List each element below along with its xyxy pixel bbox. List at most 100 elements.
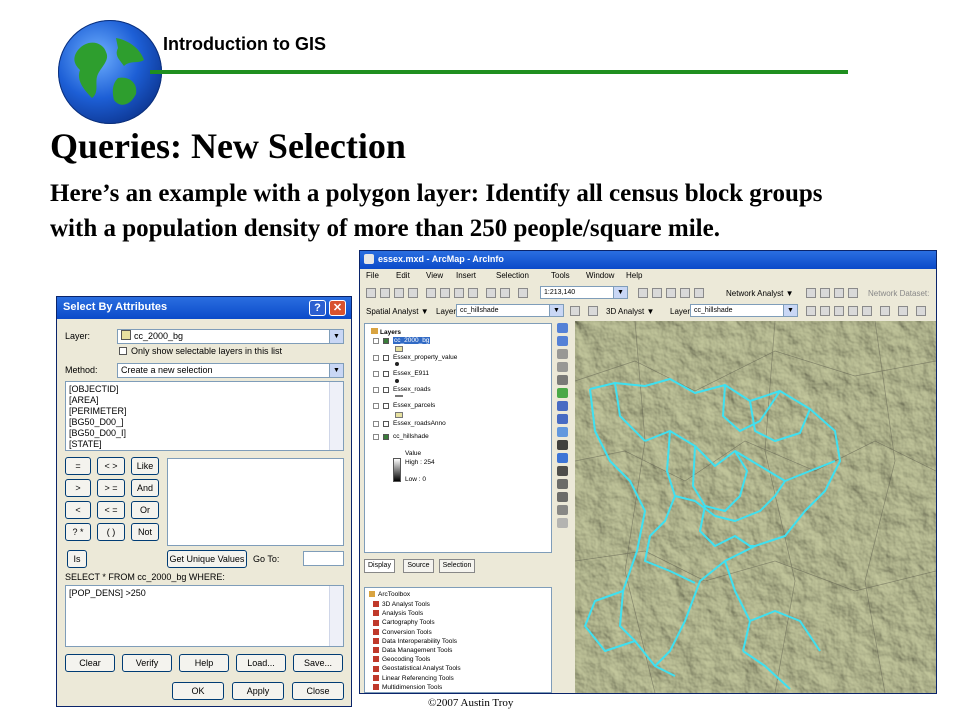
go-to-xy-icon[interactable] xyxy=(557,479,568,489)
find-icon[interactable] xyxy=(557,466,568,476)
goto-input[interactable] xyxy=(303,551,344,566)
toolbox-root[interactable]: ArcToolbox xyxy=(369,591,410,600)
forward-extent-icon[interactable] xyxy=(557,414,568,424)
network-tool-icon[interactable] xyxy=(806,288,816,298)
toolbox-item[interactable]: 3D Analyst Tools xyxy=(373,601,430,610)
network-window-icon[interactable] xyxy=(834,288,844,298)
toolbox-item[interactable]: Data Interoperability Tools xyxy=(373,638,457,647)
chevron-down-icon[interactable]: ▼ xyxy=(549,305,563,316)
dialog-button-load[interactable]: Load... xyxy=(236,654,286,672)
dialog-button-save[interactable]: Save... xyxy=(293,654,343,672)
dialog-button-verify[interactable]: Verify xyxy=(122,654,172,672)
arcmap-titlebar[interactable]: essex.mxd - ArcMap - ArcInfo xyxy=(360,251,936,269)
add-data-icon[interactable] xyxy=(518,288,528,298)
3d-analyst-menu[interactable]: 3D Analyst ▼ xyxy=(606,307,654,316)
menu-tools[interactable]: Tools xyxy=(551,271,570,280)
editor-icon[interactable] xyxy=(638,288,648,298)
fields-list[interactable]: [OBJECTID] [AREA] [PERIMETER] [BG50_D00_] [B… xyxy=(65,381,344,451)
layer-checkbox[interactable] xyxy=(383,434,389,440)
3d-icon[interactable] xyxy=(588,306,598,316)
expression-box[interactable]: [POP_DENS] >250 xyxy=(65,585,344,647)
expand-icon[interactable] xyxy=(373,434,379,440)
chevron-down-icon[interactable]: ▼ xyxy=(329,364,343,377)
toc-root[interactable]: Layers xyxy=(371,328,401,337)
is-button[interactable]: Is xyxy=(67,550,87,568)
command-line-icon[interactable] xyxy=(680,288,690,298)
menu-help[interactable]: Help xyxy=(626,271,642,280)
measure-icon[interactable] xyxy=(557,492,568,502)
expand-icon[interactable] xyxy=(373,403,379,409)
operator-button[interactable]: < > xyxy=(97,457,125,475)
help-button[interactable]: ? xyxy=(309,300,326,316)
menu-insert[interactable]: Insert xyxy=(456,271,476,280)
fixed-zoom-out-icon[interactable] xyxy=(557,362,568,372)
fixed-zoom-in-icon[interactable] xyxy=(557,349,568,359)
operator-button[interactable]: ? * xyxy=(65,523,91,541)
redo-icon[interactable] xyxy=(500,288,510,298)
layer-name[interactable]: Essex_parcels xyxy=(393,402,435,409)
toolbox-item[interactable]: Geocoding Tools xyxy=(373,656,430,665)
expand-icon[interactable] xyxy=(373,371,379,377)
operator-button[interactable]: < xyxy=(65,501,91,519)
back-extent-icon[interactable] xyxy=(557,401,568,411)
operator-button[interactable]: ( ) xyxy=(97,523,125,541)
contour-icon[interactable] xyxy=(806,306,816,316)
print-icon[interactable] xyxy=(408,288,418,298)
paste-icon[interactable] xyxy=(454,288,464,298)
chevron-down-icon[interactable]: ▼ xyxy=(783,305,797,316)
expand-icon[interactable] xyxy=(373,421,379,427)
toc-icon[interactable] xyxy=(652,288,662,298)
toolbox-item[interactable]: Multidimension Tools xyxy=(373,684,442,693)
operator-button[interactable]: Not xyxy=(131,523,159,541)
expand-icon[interactable] xyxy=(373,355,379,361)
layer-name[interactable]: Essex_roads xyxy=(393,386,431,393)
dialog-button-close[interactable]: Close xyxy=(292,682,344,700)
profile-icon[interactable] xyxy=(848,306,858,316)
tab-display[interactable]: Display xyxy=(364,559,395,573)
toolbox-item[interactable]: Data Management Tools xyxy=(373,647,452,656)
field-item[interactable]: [AREA] xyxy=(69,395,340,406)
operator-button[interactable]: < = xyxy=(97,501,125,519)
expand-icon[interactable] xyxy=(373,387,379,393)
spatial-layer-combo[interactable]: cc_hillshade ▼ xyxy=(456,304,564,317)
toolbox-item[interactable]: Linear Referencing Tools xyxy=(373,675,454,684)
histogram-icon[interactable] xyxy=(570,306,580,316)
pan-icon[interactable] xyxy=(557,375,568,385)
operator-button[interactable]: > xyxy=(65,479,91,497)
toolbox-icon[interactable] xyxy=(666,288,676,298)
layer-name[interactable]: Essex_E911 xyxy=(393,370,429,377)
get-unique-values-button[interactable]: Get Unique Values xyxy=(167,550,247,568)
select-features-icon[interactable] xyxy=(557,427,568,437)
profile-graph-icon[interactable] xyxy=(880,306,890,316)
layer-checkbox[interactable] xyxy=(383,338,389,344)
field-item[interactable]: [PERIMETER] xyxy=(69,406,340,417)
dialog-button-ok[interactable]: OK xyxy=(172,682,224,700)
fields-scrollbar[interactable] xyxy=(329,382,343,450)
layer-checkbox[interactable] xyxy=(383,421,389,427)
layer-name[interactable]: Essex_property_value xyxy=(393,354,457,361)
line-of-sight-icon[interactable] xyxy=(834,306,844,316)
layer-name[interactable]: Essex_roadsAnno xyxy=(393,420,446,427)
layer-name[interactable]: cc_hillshade xyxy=(393,433,429,440)
chevron-down-icon[interactable]: ▼ xyxy=(613,287,627,298)
toolbox-item[interactable]: Cartography Tools xyxy=(373,619,435,628)
undo-icon[interactable] xyxy=(486,288,496,298)
field-item[interactable]: [STATE] xyxy=(69,439,340,450)
identify-icon[interactable] xyxy=(557,453,568,463)
network-analyst-menu[interactable]: Network Analyst ▼ xyxy=(726,289,794,298)
toolbox-item[interactable]: Analysis Tools xyxy=(373,610,423,619)
dialog-button-apply[interactable]: Apply xyxy=(232,682,284,700)
layer-checkbox[interactable] xyxy=(383,387,389,393)
network-directions-icon[interactable] xyxy=(848,288,858,298)
layer-checkbox[interactable] xyxy=(383,403,389,409)
tab-source[interactable]: Source xyxy=(403,559,434,573)
copy-icon[interactable] xyxy=(440,288,450,298)
scale-combo[interactable]: 1:213,140 ▼ xyxy=(540,286,628,299)
3d-layer-combo[interactable]: cc_hillshade ▼ xyxy=(690,304,798,317)
hyperlink-icon[interactable] xyxy=(557,505,568,515)
steepest-path-icon[interactable] xyxy=(820,306,830,316)
expression-scrollbar[interactable] xyxy=(329,586,343,646)
spatial-analyst-menu[interactable]: Spatial Analyst ▼ xyxy=(366,307,429,316)
cut-icon[interactable] xyxy=(426,288,436,298)
operator-button[interactable]: Like xyxy=(131,457,159,475)
